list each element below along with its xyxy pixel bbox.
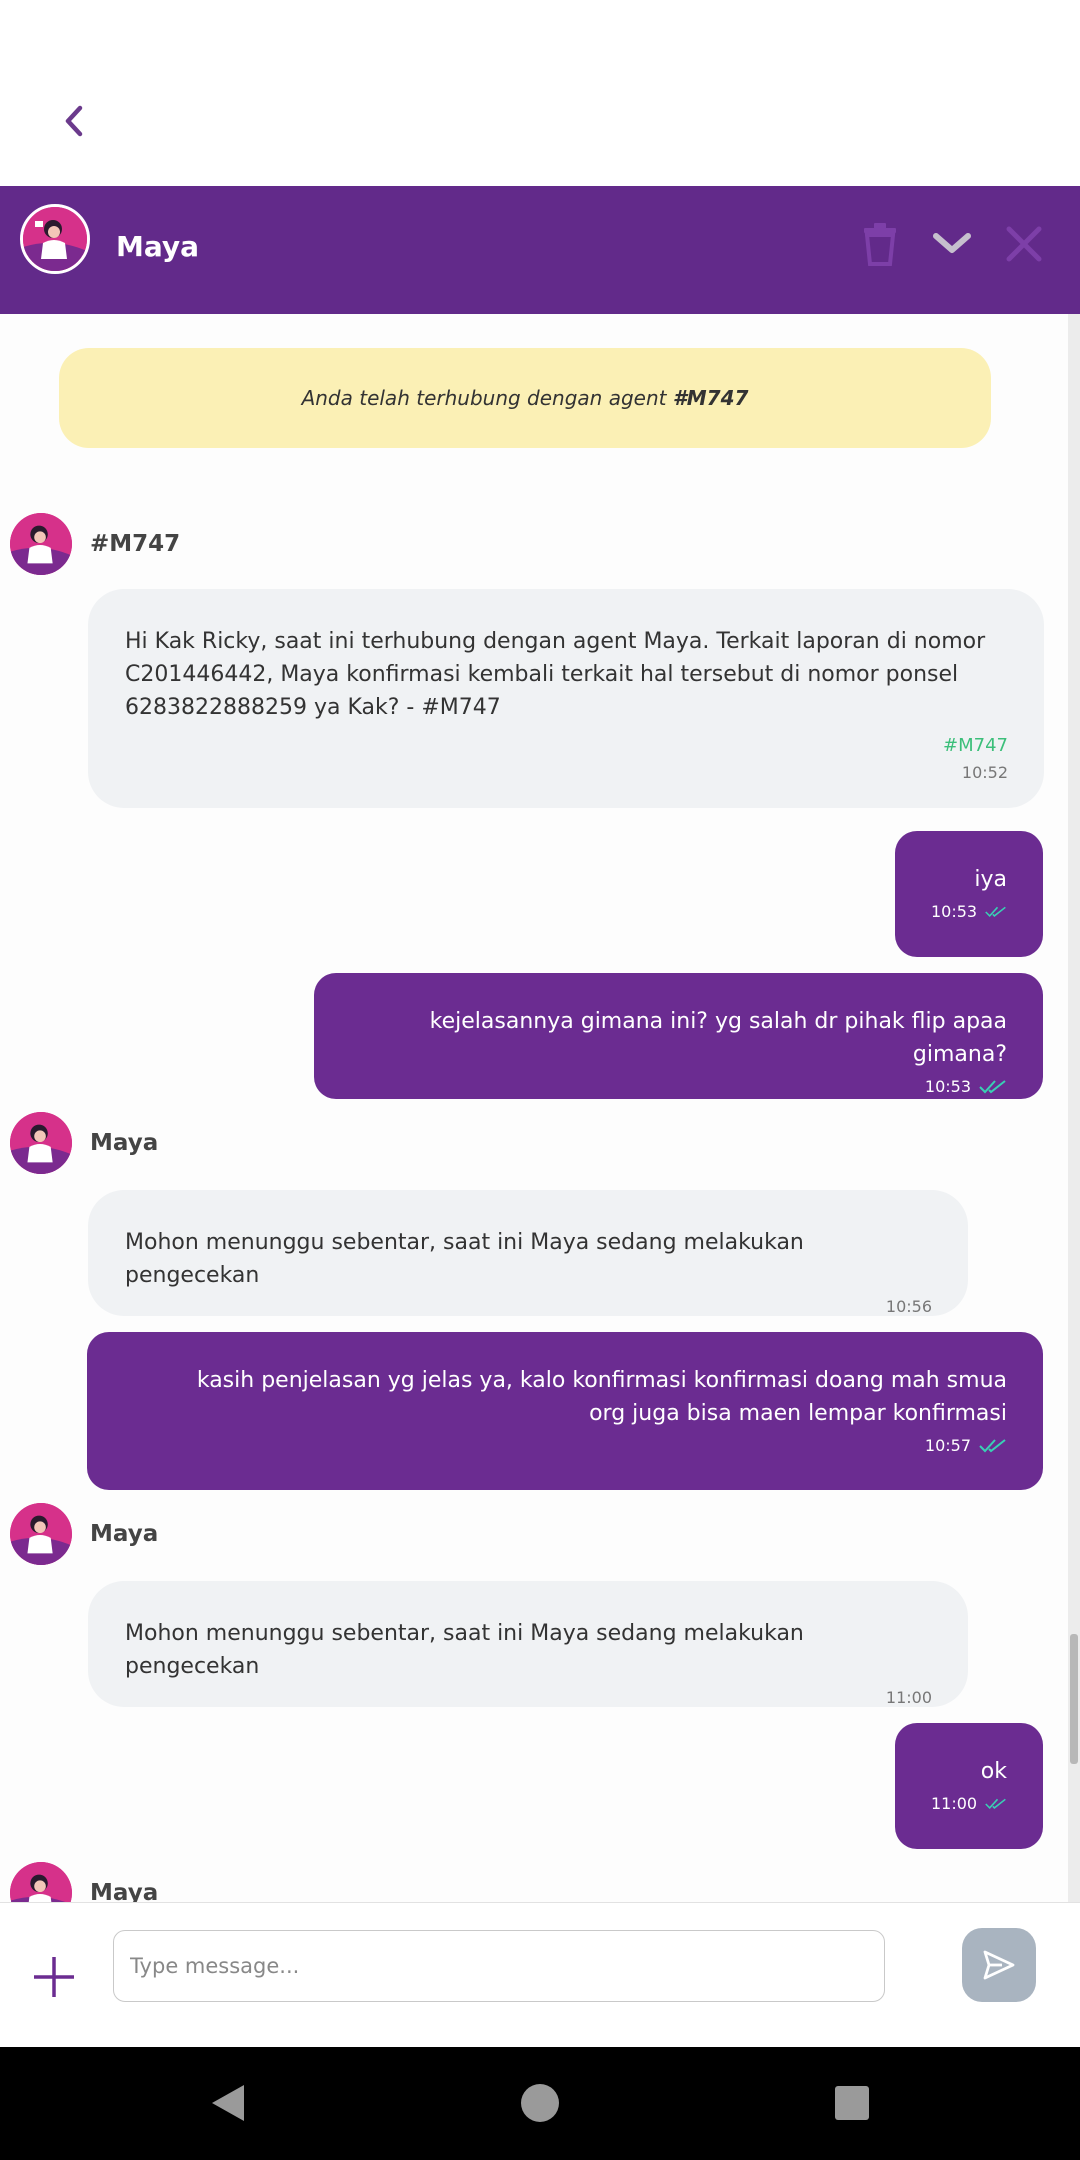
nav-back-button[interactable] xyxy=(204,2079,252,2127)
outgoing-message[interactable]: iya 10:53 xyxy=(895,831,1043,957)
message-composer xyxy=(0,1902,1080,2047)
chat-header: Maya xyxy=(0,186,1080,314)
outgoing-message[interactable]: kasih penjelasan yg jelas ya, kalo konfi… xyxy=(87,1332,1043,1490)
back-button[interactable] xyxy=(52,96,96,146)
sender-row: Maya xyxy=(10,1861,158,1902)
message-text: iya xyxy=(974,867,1007,892)
message-text: Mohon menunggu sebentar, saat ini Maya s… xyxy=(125,1230,804,1288)
avatar xyxy=(10,1862,72,1902)
attach-button[interactable] xyxy=(28,1951,80,2003)
message-time: 10:52 xyxy=(961,763,1008,782)
agent-avatar-illustration xyxy=(10,1503,72,1565)
message-text: ok xyxy=(980,1759,1007,1784)
avatar xyxy=(20,204,90,274)
message-time: 10:53 xyxy=(924,1077,971,1096)
nav-back-icon xyxy=(212,2085,244,2121)
incoming-message[interactable]: Mohon menunggu sebentar, saat ini Maya s… xyxy=(88,1581,968,1707)
nav-recents-icon xyxy=(835,2086,869,2120)
outgoing-message[interactable]: ok 11:00 xyxy=(895,1723,1043,1849)
agent-avatar-illustration xyxy=(10,1862,72,1902)
plus-icon xyxy=(34,1957,74,1997)
message-time: 10:53 xyxy=(931,902,978,921)
message-text: kejelasannya gimana ini? yg salah dr pih… xyxy=(429,1009,1007,1067)
nav-home-icon xyxy=(521,2084,559,2122)
minimize-button[interactable] xyxy=(924,216,980,272)
agent-avatar-illustration xyxy=(23,207,87,271)
double-check-icon xyxy=(985,906,1006,918)
incoming-message[interactable]: Mohon menunggu sebentar, saat ini Maya s… xyxy=(88,1190,968,1316)
message-time: 11:00 xyxy=(885,1688,932,1707)
scrollbar-thumb[interactable] xyxy=(1070,1634,1078,1764)
system-navigation-bar xyxy=(0,2047,1080,2160)
top-bar xyxy=(0,0,1080,186)
nav-home-button[interactable] xyxy=(516,2079,564,2127)
notice-agent-code: #M747 xyxy=(672,386,749,410)
avatar xyxy=(10,1112,72,1174)
close-chat-button[interactable] xyxy=(996,216,1052,272)
sender-name: Maya xyxy=(90,1880,159,1902)
nav-recents-button[interactable] xyxy=(828,2079,876,2127)
avatar xyxy=(10,1503,72,1565)
chat-title: Maya xyxy=(116,230,200,263)
agent-tag: #M747 xyxy=(943,735,1008,756)
agent-connected-notice: Anda telah terhubung dengan agent #M747 xyxy=(59,348,991,448)
sender-name: Maya xyxy=(90,1521,159,1547)
message-time: 10:56 xyxy=(885,1297,932,1316)
sender-row: #M747 xyxy=(10,512,180,576)
agent-avatar-illustration xyxy=(10,513,72,575)
outgoing-message[interactable]: kejelasannya gimana ini? yg salah dr pih… xyxy=(314,973,1043,1099)
avatar xyxy=(10,513,72,575)
double-check-icon xyxy=(985,1798,1006,1810)
message-text: kasih penjelasan yg jelas ya, kalo konfi… xyxy=(196,1368,1007,1426)
message-time: 11:00 xyxy=(931,1794,978,1813)
close-icon xyxy=(1006,226,1042,262)
sender-name: #M747 xyxy=(90,531,181,557)
back-icon xyxy=(65,105,83,137)
message-input[interactable] xyxy=(113,1930,885,2002)
message-text: Mohon menunggu sebentar, saat ini Maya s… xyxy=(125,1621,804,1679)
sender-name: Maya xyxy=(90,1130,159,1156)
sender-row: Maya xyxy=(10,1111,158,1175)
message-text: Hi Kak Ricky, saat ini terhubung dengan … xyxy=(125,629,986,720)
message-time: 10:57 xyxy=(924,1436,971,1455)
incoming-message[interactable]: Hi Kak Ricky, saat ini terhubung dengan … xyxy=(88,589,1044,808)
notice-text: Anda telah terhubung dengan agent xyxy=(301,386,667,410)
send-icon xyxy=(983,1950,1015,1980)
sender-row: Maya xyxy=(10,1502,158,1566)
chevron-down-icon xyxy=(933,233,971,253)
delete-chat-button[interactable] xyxy=(852,216,908,272)
agent-avatar-illustration xyxy=(10,1112,72,1174)
double-check-icon xyxy=(979,1080,1006,1094)
trash-icon xyxy=(864,223,896,266)
send-button[interactable] xyxy=(962,1928,1036,2002)
scrollbar-track[interactable] xyxy=(1068,314,1080,1902)
chat-messages[interactable]: Anda telah terhubung dengan agent #M747 … xyxy=(0,314,1080,1902)
double-check-icon xyxy=(979,1439,1006,1453)
